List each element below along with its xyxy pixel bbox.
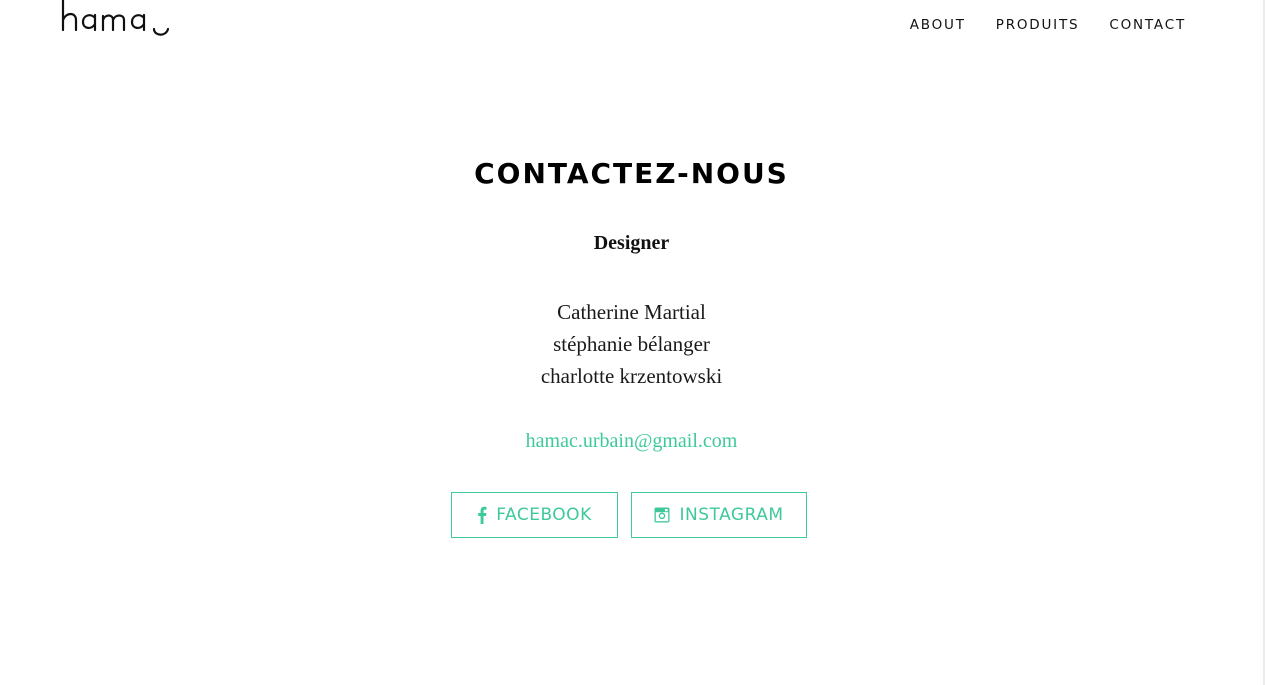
instagram-label: INSTAGRAM: [679, 505, 784, 525]
designer-names-list: Catherine Martial stéphanie bélanger cha…: [0, 296, 1263, 392]
email-row: hamac.urbain@gmail.com: [0, 428, 1263, 454]
page-title: CONTACTEZ-NOUS: [474, 157, 789, 190]
site-header: ABOUT PRODUITS CONTACT: [0, 0, 1265, 60]
nav-link-about[interactable]: ABOUT: [910, 17, 966, 33]
instagram-button[interactable]: INSTAGRAM: [631, 492, 807, 538]
site-logo[interactable]: [58, 0, 188, 44]
designer-name: charlotte krzentowski: [540, 364, 723, 388]
designer-name: stéphanie bélanger: [553, 332, 710, 356]
nav-link-contact[interactable]: CONTACT: [1109, 17, 1186, 33]
nav-link-produits[interactable]: PRODUITS: [996, 17, 1080, 33]
designer-name: Catherine Martial: [557, 300, 706, 324]
facebook-label: FACEBOOK: [496, 505, 592, 525]
facebook-icon: [477, 506, 487, 524]
main-nav: ABOUT PRODUITS CONTACT: [880, 17, 1186, 33]
facebook-button[interactable]: FACEBOOK: [451, 492, 618, 538]
social-buttons: FACEBOOK INSTAGRAM: [0, 492, 1263, 538]
instagram-icon: [654, 507, 670, 523]
role-heading: Designer: [593, 232, 670, 254]
logo-script-image: [61, 0, 170, 36]
email-link[interactable]: hamac.urbain@gmail.com: [526, 430, 738, 452]
